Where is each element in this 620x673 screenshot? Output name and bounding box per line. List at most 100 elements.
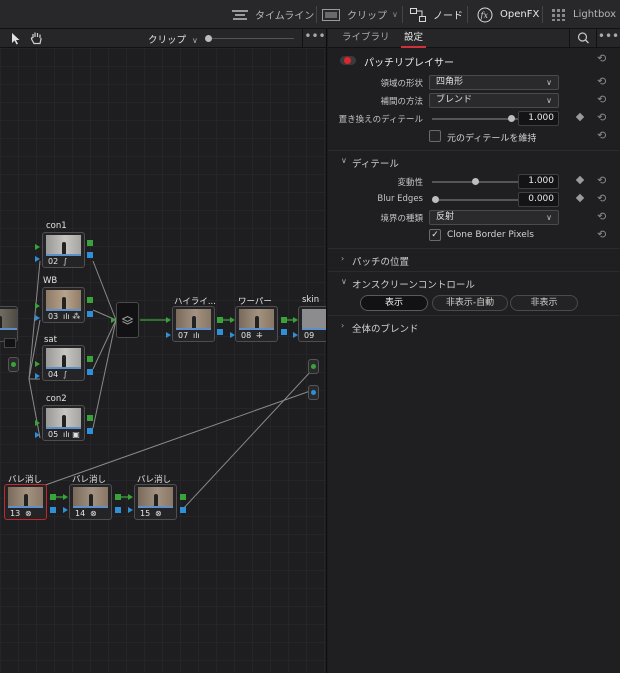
section-patch-position[interactable]: › パッチの位置 bbox=[328, 248, 620, 270]
node-blemish-14[interactable]: 14 ⊗ bbox=[69, 484, 112, 520]
section-onscreen-control[interactable]: ∨ オンスクリーンコントロール bbox=[328, 271, 620, 293]
node-graph-canvas[interactable]: con1 02 ∫ WB 03 ılı ⁂ sat 04 ∫ con2 05 ı… bbox=[0, 48, 326, 673]
slider-knob[interactable] bbox=[507, 115, 515, 122]
node-key-input-port[interactable] bbox=[35, 315, 40, 321]
node-key-output-port[interactable] bbox=[180, 507, 186, 513]
node-output-port[interactable] bbox=[87, 415, 93, 421]
hide-button[interactable]: 非表示 bbox=[510, 295, 578, 311]
region-shape-dropdown[interactable]: 四角形 ∨ bbox=[429, 75, 559, 90]
node-key-output-port[interactable] bbox=[87, 311, 93, 317]
pointer-icon[interactable] bbox=[11, 32, 21, 45]
more-options-icon[interactable]: ••• bbox=[302, 29, 326, 48]
show-button[interactable]: 表示 bbox=[360, 295, 428, 311]
hide-auto-button[interactable]: 非表示-自動 bbox=[432, 295, 508, 311]
keyframe-icon[interactable] bbox=[575, 193, 585, 203]
node-key-input-port[interactable] bbox=[166, 332, 171, 338]
node-key-input-port[interactable] bbox=[63, 507, 68, 513]
reset-icon[interactable]: ⟲ bbox=[597, 75, 606, 88]
node-input-port[interactable] bbox=[35, 244, 40, 250]
lightbox-button[interactable]: Lightbox bbox=[552, 0, 616, 29]
reset-icon[interactable]: ⟲ bbox=[597, 174, 606, 187]
variability-value[interactable]: 1.000 bbox=[518, 174, 559, 189]
node-skin[interactable]: 09 bbox=[298, 306, 326, 342]
node-input-port[interactable] bbox=[63, 494, 68, 500]
clip-button[interactable]: クリップ ∨ bbox=[322, 0, 398, 29]
node-input-port[interactable] bbox=[166, 317, 171, 323]
reset-icon[interactable]: ⟲ bbox=[597, 210, 606, 223]
node-partial[interactable] bbox=[0, 306, 18, 342]
slider-knob[interactable] bbox=[432, 196, 439, 203]
reset-icon[interactable]: ⟲ bbox=[597, 192, 606, 205]
keep-detail-checkbox[interactable] bbox=[429, 130, 441, 142]
node-warper[interactable]: 08 ⁜ bbox=[235, 306, 278, 342]
node-key-input-port[interactable] bbox=[128, 507, 133, 513]
node-input-port[interactable] bbox=[111, 317, 116, 323]
node-key-input-port[interactable] bbox=[35, 256, 40, 262]
node-key-input-port[interactable] bbox=[35, 432, 40, 438]
keyframe-icon[interactable] bbox=[575, 175, 585, 185]
plugin-enable-toggle[interactable] bbox=[340, 56, 356, 65]
node-con2[interactable]: 05 ılı ▣ bbox=[42, 405, 85, 441]
zoom-slider-knob[interactable] bbox=[205, 35, 212, 42]
node-blemish-15[interactable]: 15 ⊗ bbox=[134, 484, 177, 520]
blur-edges-slider[interactable] bbox=[432, 196, 518, 203]
reset-icon[interactable]: ⟲ bbox=[597, 129, 606, 142]
node-input-port[interactable] bbox=[230, 317, 235, 323]
replace-detail-slider[interactable] bbox=[432, 115, 518, 122]
more-options-icon[interactable]: ••• bbox=[596, 29, 620, 48]
reset-icon[interactable]: ⟲ bbox=[597, 111, 606, 124]
node-key-output-port[interactable] bbox=[115, 507, 121, 513]
node-highlight[interactable]: 07 ılı bbox=[172, 306, 215, 342]
section-global-blend[interactable]: › 全体のブレンド bbox=[328, 315, 620, 337]
node-sat[interactable]: 04 ∫ bbox=[42, 345, 85, 381]
nodes-button[interactable]: ノード bbox=[410, 0, 463, 29]
node-key-output-port[interactable] bbox=[217, 329, 223, 335]
openfx-button[interactable]: fx OpenFX bbox=[477, 0, 539, 29]
node-wb[interactable]: 03 ılı ⁂ bbox=[42, 287, 85, 323]
timeline-button[interactable]: タイムライン bbox=[232, 0, 314, 29]
tab-library[interactable]: ライブラリ bbox=[342, 29, 390, 48]
node-output-port[interactable] bbox=[87, 240, 93, 246]
clone-border-checkbox[interactable]: ✓ bbox=[429, 229, 441, 241]
interpolation-dropdown[interactable]: ブレンド ∨ bbox=[429, 93, 559, 108]
node-key-output-port[interactable] bbox=[50, 507, 56, 513]
node-input-port[interactable] bbox=[35, 420, 40, 426]
node-output-port[interactable] bbox=[87, 297, 93, 303]
variability-slider[interactable] bbox=[432, 178, 518, 185]
search-icon[interactable] bbox=[569, 29, 596, 48]
layer-mixer-node[interactable] bbox=[116, 302, 139, 338]
reset-icon[interactable]: ⟲ bbox=[597, 93, 606, 106]
keyframe-icon[interactable] bbox=[575, 112, 585, 122]
node-output-port[interactable] bbox=[217, 317, 223, 323]
blur-edges-value[interactable]: 0.000 bbox=[518, 192, 559, 207]
node-input-port[interactable] bbox=[35, 361, 40, 367]
node-key-output-port[interactable] bbox=[281, 329, 287, 335]
node-output-port[interactable] bbox=[180, 494, 186, 500]
node-key-input-port[interactable] bbox=[230, 332, 235, 338]
node-output-green[interactable] bbox=[8, 357, 19, 372]
node-key-input-port[interactable] bbox=[35, 373, 40, 379]
node-key-output-port[interactable] bbox=[87, 369, 93, 375]
node-output-port[interactable] bbox=[115, 494, 121, 500]
clip-mode-select[interactable]: クリップ ∨ bbox=[148, 32, 198, 46]
node-output-port[interactable] bbox=[87, 356, 93, 362]
node-blemish-13[interactable]: 13 ⊗ bbox=[4, 484, 47, 520]
node-key-input-port[interactable] bbox=[293, 332, 298, 338]
slider-knob[interactable] bbox=[471, 178, 479, 185]
zoom-slider[interactable] bbox=[205, 35, 294, 42]
node-input-port[interactable] bbox=[35, 303, 40, 309]
node-key-output-port[interactable] bbox=[87, 428, 93, 434]
node-input-port[interactable] bbox=[128, 494, 133, 500]
hand-icon[interactable] bbox=[30, 31, 43, 45]
node-output-port[interactable] bbox=[281, 317, 287, 323]
node-con1[interactable]: 02 ∫ bbox=[42, 232, 85, 268]
boundary-dropdown[interactable]: 反射 ∨ bbox=[429, 210, 559, 225]
node-key-output-port[interactable] bbox=[87, 252, 93, 258]
replace-detail-value[interactable]: 1.000 bbox=[518, 111, 559, 126]
node-output-blue[interactable] bbox=[308, 385, 319, 400]
node-output-green[interactable] bbox=[308, 359, 319, 374]
node-input-port[interactable] bbox=[293, 317, 298, 323]
plugin-reset-icon[interactable]: ⟲ bbox=[597, 52, 606, 65]
reset-icon[interactable]: ⟲ bbox=[597, 228, 606, 241]
section-detail[interactable]: ∨ ディテール bbox=[328, 150, 620, 172]
